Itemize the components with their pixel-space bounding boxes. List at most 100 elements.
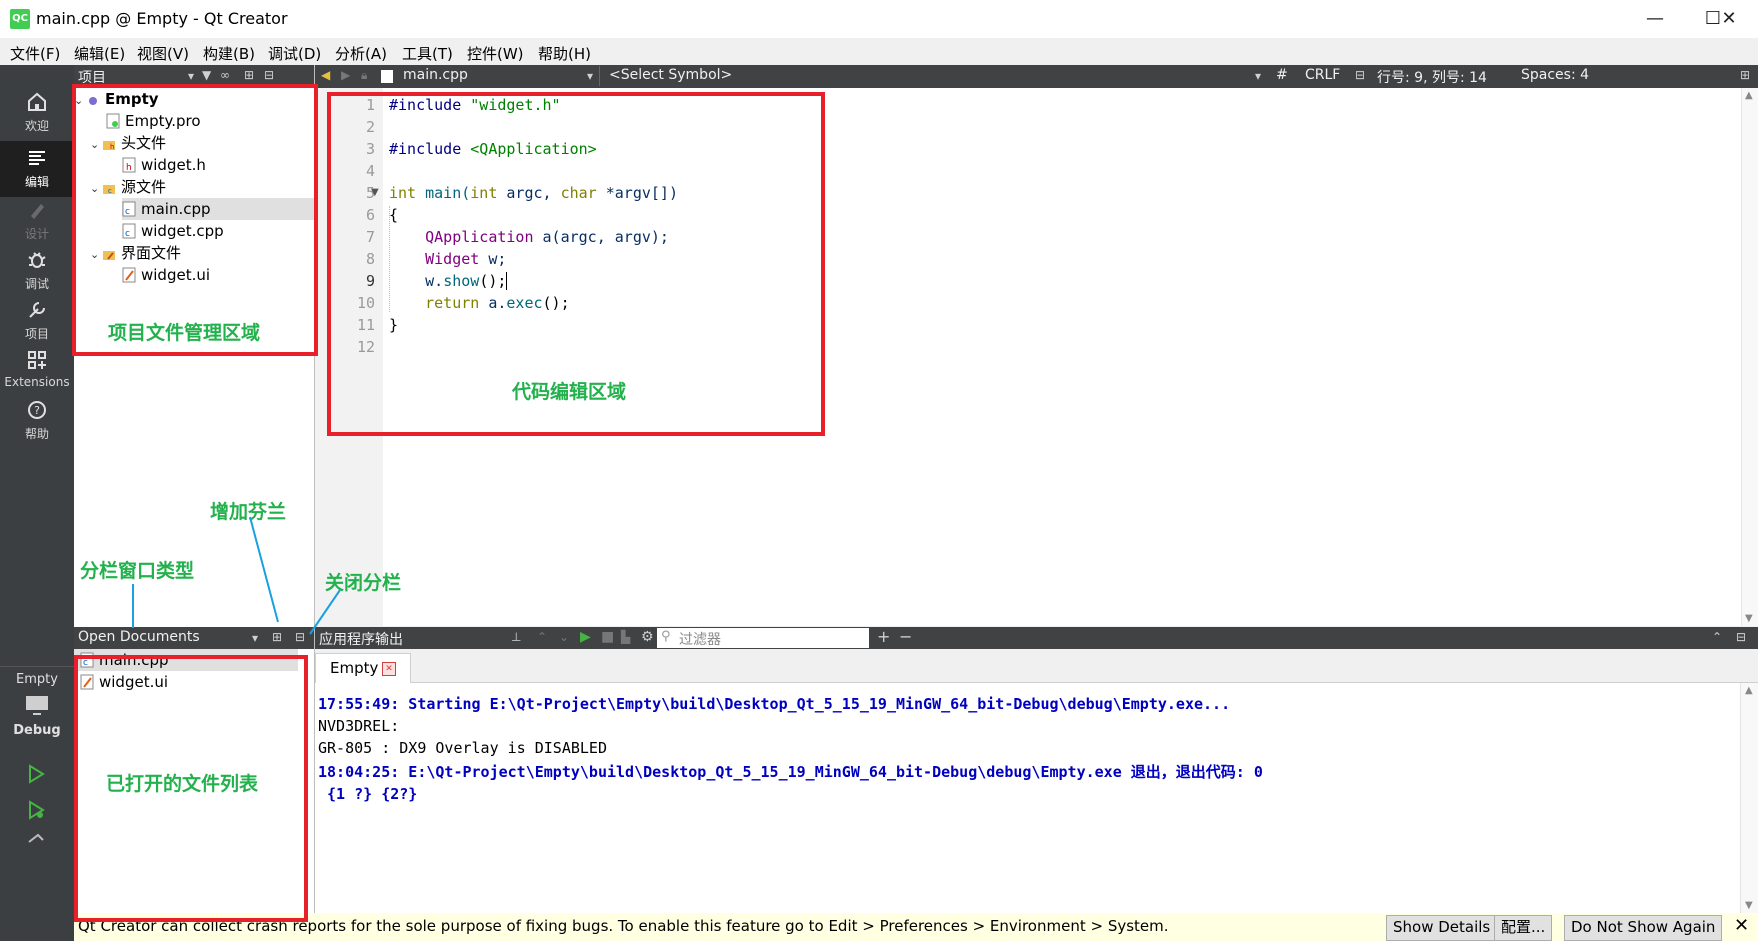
chevron-down-icon[interactable]: ▾ — [252, 631, 258, 645]
line-ending-selector[interactable]: CRLF — [1305, 67, 1340, 83]
close-panel-icon[interactable]: ⊟ — [1736, 630, 1746, 644]
add-split-icon[interactable]: ⊞ — [272, 630, 282, 644]
attach-debugger-icon[interactable]: ▙ — [621, 630, 630, 644]
toolbar-divider — [599, 66, 600, 86]
filter-input[interactable]: ⚲ 过滤器 — [657, 628, 869, 648]
menu-file[interactable]: 文件(F) — [10, 43, 60, 64]
editor-scrollbar[interactable]: ▲ ▼ — [1741, 88, 1758, 626]
show-details-button[interactable]: Show Details — [1386, 915, 1498, 941]
output-toolbar: 应用程序输出 ⊥ ⌃ ⌄ ▶ ■ ▙ ⚙ ⚲ 过滤器 + − ⌃ ⊟ — [315, 627, 1758, 649]
do-not-show-again-button[interactable]: Do Not Show Again — [1564, 915, 1723, 941]
output-tab-label: Empty — [330, 659, 379, 677]
annotation-split-type: 分栏窗口类型 — [80, 560, 195, 582]
zoom-in-icon[interactable]: + — [877, 627, 890, 646]
output-line: {1 ?} {2?} — [318, 785, 418, 803]
chevron-up-icon[interactable]: ⌃ — [537, 630, 547, 644]
split-icon[interactable]: ⊞ — [244, 68, 254, 82]
menu-debug[interactable]: 调试(D) — [268, 43, 321, 64]
bug-icon — [0, 249, 74, 275]
output-tab-bar: Empty ✕ — [315, 649, 1758, 683]
output-scrollbar[interactable]: ▲ ▼ — [1740, 683, 1758, 913]
menu-tools[interactable]: 工具(T) — [402, 43, 453, 64]
close-tab-icon[interactable]: ✕ — [382, 662, 396, 676]
search-icon: ⚲ — [661, 629, 671, 644]
mode-welcome[interactable]: 欢迎 — [0, 85, 74, 141]
open-documents-selector[interactable]: Open Documents — [78, 629, 200, 645]
chevron-down-icon[interactable]: ⌄ — [559, 630, 569, 644]
chevron-down-icon[interactable]: ▼ — [1745, 613, 1753, 624]
close-icon[interactable]: ✕ — [1700, 0, 1758, 38]
filter-placeholder: 过滤器 — [679, 632, 721, 648]
settings-gear-icon[interactable]: ⚙ — [641, 629, 654, 645]
chevron-down-icon[interactable]: ▼ — [1745, 900, 1753, 911]
maximize-panel-icon[interactable]: ⌃ — [1712, 630, 1722, 644]
clean-icon[interactable]: ⊥ — [511, 630, 521, 644]
back-arrow-icon[interactable]: ◀ — [321, 68, 330, 82]
output-line: NVD3DREL: — [318, 717, 400, 735]
output-tab-empty[interactable]: Empty ✕ — [315, 653, 411, 683]
debug-run-icon[interactable] — [26, 800, 46, 824]
cursor-position[interactable]: 行号: 9, 列号: 14 — [1377, 67, 1487, 87]
filter-icon[interactable]: ▼ — [202, 68, 211, 82]
cpp-file-icon — [381, 70, 393, 83]
chevron-down-icon[interactable]: ▾ — [188, 69, 194, 83]
output-line: GR-805 : DX9 Overlay is DISABLED — [318, 739, 607, 757]
symbol-selector[interactable]: <Select Symbol> — [609, 67, 732, 83]
link-icon[interactable]: ∞ — [220, 68, 230, 82]
menu-build[interactable]: 构建(B) — [203, 43, 255, 64]
monitor-icon[interactable] — [24, 694, 50, 720]
mode-projects[interactable]: 项目 — [0, 293, 74, 349]
minimize-icon[interactable]: — — [1626, 0, 1684, 38]
crash-report-infobar: Qt Creator can collect crash reports for… — [74, 913, 1758, 941]
edit-lines-icon — [0, 147, 74, 173]
close-split-icon[interactable]: ⊟ — [295, 630, 305, 644]
chevron-down-icon[interactable]: ▾ — [1255, 69, 1261, 83]
annotation-close-split: 关闭分栏 — [325, 572, 402, 594]
hash-indicator[interactable]: # — [1276, 67, 1288, 83]
svg-text:?: ? — [34, 404, 40, 417]
configure-button[interactable]: 配置... — [1494, 915, 1553, 941]
mode-design[interactable]: 设计 — [0, 193, 74, 249]
annotation-open-files: 已打开的文件列表 — [106, 773, 259, 795]
annotation-project-area: 项目文件管理区域 — [108, 322, 261, 344]
split-icon[interactable]: ⊟ — [1355, 68, 1365, 82]
editor-file-selector[interactable]: main.cpp — [403, 67, 468, 83]
close-split-icon[interactable]: ⊟ — [264, 68, 274, 82]
lock-icon: 🔒︎ — [361, 68, 368, 82]
wrench-icon — [0, 299, 74, 325]
close-icon[interactable]: ✕ — [1734, 915, 1749, 936]
mode-divider — [0, 666, 74, 667]
mode-help[interactable]: ? 帮助 — [0, 393, 74, 449]
open-documents-toolbar: Open Documents ▾ ⊞ ⊟ — [74, 627, 314, 649]
zoom-out-icon[interactable]: − — [899, 627, 912, 646]
mode-debug[interactable]: 调试 — [0, 243, 74, 299]
menu-help[interactable]: 帮助(H) — [538, 43, 591, 64]
indent-setting[interactable]: Spaces: 4 — [1521, 67, 1589, 83]
output-line: 17:55:49: Starting E:\Qt-Project\Empty\b… — [318, 695, 1231, 713]
rerun-icon[interactable]: ▶ — [580, 629, 591, 645]
run-icon[interactable] — [26, 764, 46, 788]
menu-widgets[interactable]: 控件(W) — [467, 43, 524, 64]
window-title: main.cpp @ Empty - Qt Creator — [36, 9, 288, 28]
build-icon[interactable] — [26, 830, 46, 848]
menu-view[interactable]: 视图(V) — [137, 43, 189, 64]
mode-edit[interactable]: 编辑 — [0, 141, 74, 197]
chevron-up-icon[interactable]: ▲ — [1745, 685, 1753, 696]
kit-config-label: Debug — [13, 723, 61, 738]
mode-selector-bar: 欢迎 编辑 设计 调试 项目 Extensions ? 帮助 Empty Deb… — [0, 65, 74, 941]
chevron-down-icon[interactable]: ▾ — [587, 69, 593, 83]
mode-help-label: 帮助 — [24, 427, 49, 441]
menu-analyze[interactable]: 分析(A) — [335, 43, 387, 64]
chevron-up-icon[interactable]: ▲ — [1745, 90, 1753, 101]
pen-icon — [0, 199, 74, 225]
application-output[interactable]: 17:55:49: Starting E:\Qt-Project\Empty\b… — [315, 683, 1740, 913]
stop-icon[interactable]: ■ — [601, 629, 614, 645]
menu-edit[interactable]: 编辑(E) — [74, 43, 125, 64]
extensions-icon — [0, 349, 74, 375]
output-pane-title: 应用程序输出 — [319, 632, 403, 648]
forward-arrow-icon[interactable]: ▶ — [341, 68, 350, 82]
split-icon[interactable]: ⊞ — [1740, 68, 1750, 82]
annotation-add-split: 增加芬兰 — [210, 501, 287, 523]
title-bar: QC main.cpp @ Empty - Qt Creator — ☐ ✕ — [0, 0, 1758, 38]
mode-extensions[interactable]: Extensions — [0, 343, 74, 399]
